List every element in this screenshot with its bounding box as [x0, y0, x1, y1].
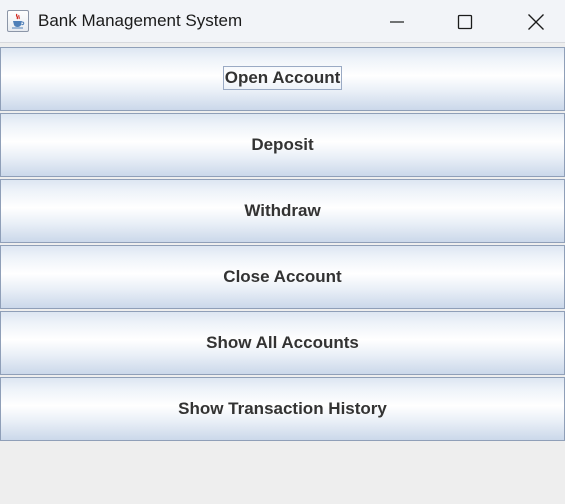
- minimize-button[interactable]: [374, 0, 420, 43]
- maximize-icon: [457, 14, 473, 29]
- java-cup-icon[interactable]: [7, 10, 29, 32]
- action-button-list: Open Account Deposit Withdraw Close Acco…: [0, 47, 565, 443]
- open-account-button[interactable]: Open Account: [0, 47, 565, 111]
- deposit-button[interactable]: Deposit: [0, 113, 565, 177]
- show-transaction-history-label: Show Transaction History: [178, 399, 387, 418]
- window-title: Bank Management System: [38, 11, 243, 30]
- show-transaction-history-button[interactable]: Show Transaction History: [0, 377, 565, 441]
- deposit-label: Deposit: [251, 135, 314, 154]
- close-button[interactable]: [513, 0, 559, 43]
- title-bar[interactable]: Bank Management System: [0, 0, 565, 43]
- close-icon: [528, 13, 544, 30]
- minimize-icon: [390, 20, 404, 23]
- maximize-button[interactable]: [442, 0, 488, 43]
- open-account-label: Open Account: [222, 66, 343, 90]
- show-all-accounts-label: Show All Accounts: [206, 333, 359, 352]
- withdraw-label: Withdraw: [244, 201, 321, 220]
- close-account-button[interactable]: Close Account: [0, 245, 565, 309]
- app-window: Bank Management System Open Account Depo…: [0, 0, 565, 504]
- withdraw-button[interactable]: Withdraw: [0, 179, 565, 243]
- show-all-accounts-button[interactable]: Show All Accounts: [0, 311, 565, 375]
- close-account-label: Close Account: [223, 267, 342, 286]
